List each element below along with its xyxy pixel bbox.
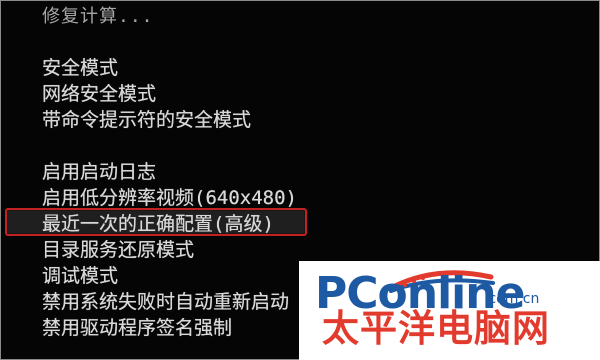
boot-options-screen: 修复计算... 安全模式 网络安全模式 带命令提示符的安全模式 启用启动日志 启…: [0, 0, 600, 360]
menu-item-debugging-mode[interactable]: 调试模式: [42, 266, 118, 286]
pconline-chinese-name: 太平洋电脑网: [322, 307, 550, 350]
menu-item-safe-mode[interactable]: 安全模式: [42, 58, 118, 78]
menu-item-boot-logging[interactable]: 启用启动日志: [42, 162, 156, 182]
menu-item-disable-driver-signature-enforcement[interactable]: 禁用驱动程序签名强制: [42, 318, 232, 338]
menu-item-directory-services-restore-mode[interactable]: 目录服务还原模式: [42, 240, 194, 260]
menu-item-low-resolution-video[interactable]: 启用低分辨率视频(640x480): [42, 188, 297, 208]
menu-item-command-prompt-safe-mode[interactable]: 带命令提示符的安全模式: [42, 110, 251, 130]
pconline-domain-text: .com.cn: [484, 291, 540, 307]
menu-item-last-known-good-configuration[interactable]: 最近一次的正确配置(高级): [42, 214, 274, 234]
menu-item-network-safe-mode[interactable]: 网络安全模式: [42, 84, 156, 104]
menu-item-disable-auto-restart[interactable]: 禁用系统失败时自动重新启动: [42, 292, 289, 312]
partial-header-text: 修复计算...: [42, 6, 154, 27]
